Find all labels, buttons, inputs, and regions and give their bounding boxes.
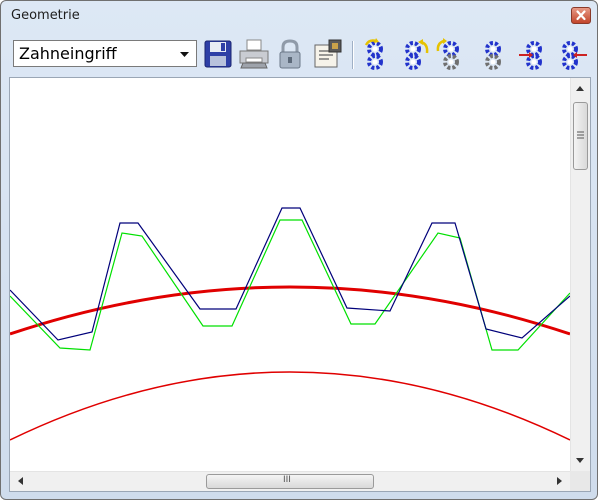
gear-rotate-right-icon bbox=[405, 39, 429, 70]
vertical-scroll-thumb[interactable] bbox=[573, 102, 588, 170]
properties-button[interactable] bbox=[311, 37, 345, 71]
scroll-right-arrow-icon[interactable] bbox=[550, 472, 568, 490]
scroll-grip: III bbox=[283, 475, 291, 485]
gear-rotate-left-button[interactable] bbox=[361, 37, 395, 71]
printer-icon bbox=[239, 39, 269, 69]
title-bar[interactable]: Geometrie bbox=[1, 1, 599, 31]
horizontal-scroll-thumb[interactable]: III bbox=[206, 474, 374, 489]
close-icon bbox=[576, 10, 586, 21]
horizontal-scrollbar[interactable]: III bbox=[10, 471, 570, 491]
close-button[interactable] bbox=[571, 7, 591, 24]
gear-pair-rotate-button[interactable] bbox=[433, 37, 467, 71]
gear-mesh-drawing bbox=[10, 207, 570, 441]
scroll-left-arrow-icon[interactable] bbox=[12, 472, 30, 490]
geometry-window: Geometrie Zahneingriff III bbox=[0, 0, 598, 500]
scroll-up-arrow-icon[interactable] bbox=[571, 80, 589, 98]
gear-move-left-button[interactable] bbox=[555, 37, 589, 71]
gear-pair-button[interactable] bbox=[479, 37, 513, 71]
print-button[interactable] bbox=[237, 37, 271, 71]
floppy-disk-icon bbox=[204, 40, 232, 68]
window-title: Geometrie bbox=[11, 8, 80, 23]
grip-icon bbox=[577, 131, 584, 139]
tooth-profile-green bbox=[10, 219, 570, 351]
gear-move-right-button[interactable] bbox=[517, 37, 551, 71]
drawing-canvas[interactable]: III bbox=[9, 77, 591, 492]
gear-move-right-icon bbox=[519, 41, 542, 70]
scroll-down-arrow-icon[interactable] bbox=[571, 451, 589, 469]
view-select[interactable]: Zahneingriff bbox=[13, 40, 197, 67]
padlock-icon bbox=[279, 39, 301, 69]
gear-rotate-right-button[interactable] bbox=[401, 37, 435, 71]
toolbar: Zahneingriff bbox=[9, 35, 591, 73]
gear-move-left-icon bbox=[562, 41, 587, 70]
save-button[interactable] bbox=[201, 37, 235, 71]
toolbar-separator bbox=[352, 41, 354, 69]
lock-button[interactable] bbox=[273, 37, 307, 71]
vertical-scrollbar[interactable] bbox=[570, 78, 590, 471]
gear-pair-rotate-icon bbox=[436, 38, 459, 70]
view-select-value: Zahneingriff bbox=[19, 44, 117, 63]
scrollbar-corner bbox=[570, 471, 590, 491]
chevron-down-icon[interactable] bbox=[176, 45, 193, 62]
root-circle-arc bbox=[10, 371, 570, 441]
gear-rotate-left-icon bbox=[364, 38, 383, 70]
gear-pair-icon bbox=[485, 41, 501, 70]
properties-icon bbox=[314, 39, 342, 68]
tooth-profile-navy bbox=[10, 207, 570, 341]
